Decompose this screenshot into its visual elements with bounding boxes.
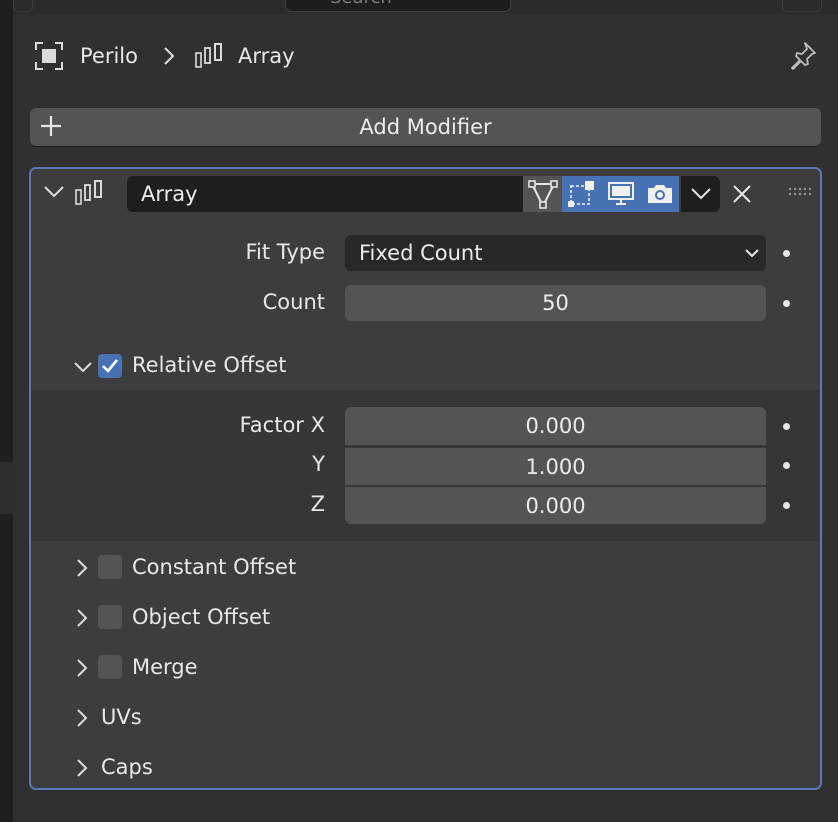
factor-x-label: Factor X (239, 413, 325, 437)
factor-z-label: Z (310, 492, 325, 516)
search-input[interactable]: Search (285, 0, 511, 12)
fit-type-value: Fixed Count (359, 241, 483, 265)
edit-mode-icon (567, 179, 597, 209)
uvs-chevron-icon[interactable] (75, 708, 89, 728)
object-offset-checkbox[interactable] (98, 605, 122, 629)
factor-z-field[interactable]: 0.000 (345, 486, 766, 524)
constant-offset-chevron-icon[interactable] (75, 558, 89, 578)
breadcrumb-modifier-name[interactable]: Array (238, 44, 295, 68)
pin-icon[interactable] (788, 40, 818, 70)
options-button[interactable] (782, 0, 822, 12)
factor-y-keyframe-dot[interactable] (783, 462, 790, 469)
count-field[interactable]: 50 (345, 285, 766, 321)
modifier-header: Array (31, 169, 820, 219)
chevron-down-icon (690, 186, 712, 202)
breadcrumb-object-name[interactable]: Perilo (80, 44, 138, 68)
fit-type-keyframe-dot[interactable] (783, 250, 790, 257)
caps-chevron-icon[interactable] (75, 758, 89, 778)
plus-icon (40, 113, 62, 139)
fit-type-label: Fit Type (245, 240, 325, 264)
edit-mode-button[interactable] (562, 176, 601, 212)
chevron-right-icon (162, 46, 176, 66)
close-icon[interactable] (731, 183, 753, 205)
vertex-triangle-icon (527, 179, 558, 209)
factor-x-keyframe-dot[interactable] (783, 423, 790, 430)
edit-mode-cage-button[interactable] (523, 176, 562, 212)
merge-chevron-icon[interactable] (75, 658, 89, 678)
factor-y-label: Y (312, 452, 325, 476)
factor-x-field[interactable]: 0.000 (345, 407, 766, 445)
uvs-label[interactable]: UVs (101, 705, 142, 729)
drag-handle-icon[interactable] (787, 186, 811, 198)
constant-offset-label: Constant Offset (132, 555, 297, 579)
fit-type-dropdown[interactable]: Fixed Count (345, 235, 766, 271)
add-modifier-button[interactable]: Add Modifier (30, 108, 821, 146)
count-keyframe-dot[interactable] (783, 300, 790, 307)
left-editor-edge-highlight (0, 462, 13, 514)
modifier-extras-dropdown[interactable] (681, 176, 720, 212)
count-label: Count (262, 290, 325, 314)
camera-icon (645, 179, 675, 209)
factor-z-keyframe-dot[interactable] (783, 502, 790, 509)
object-offset-chevron-icon[interactable] (75, 608, 89, 628)
collapse-chevron-icon[interactable] (43, 184, 65, 200)
object-icon (32, 39, 66, 73)
array-modifier-icon (74, 180, 104, 206)
editor-type-button[interactable] (13, 0, 33, 12)
array-modifier-icon (194, 43, 224, 69)
constant-offset-checkbox[interactable] (98, 555, 122, 579)
relative-offset-chevron-icon[interactable] (73, 360, 93, 374)
render-button[interactable] (640, 176, 679, 212)
caps-label[interactable]: Caps (101, 755, 153, 779)
factor-y-field[interactable]: 1.000 (345, 447, 766, 485)
merge-label: Merge (132, 655, 198, 679)
add-modifier-label: Add Modifier (359, 115, 492, 139)
breadcrumb: Perilo Array (30, 36, 820, 76)
relative-offset-label: Relative Offset (132, 353, 287, 377)
relative-offset-subpanel: Factor X 0.000 Y 1.000 Z 0.000 (31, 390, 820, 541)
chevron-down-icon (744, 247, 760, 259)
left-editor-edge (0, 0, 13, 822)
monitor-icon (606, 179, 636, 209)
realtime-viewport-button[interactable] (601, 176, 640, 212)
modifier-name-field[interactable]: Array (127, 176, 523, 212)
merge-checkbox[interactable] (98, 655, 122, 679)
relative-offset-checkbox[interactable] (98, 354, 122, 378)
array-modifier-panel: Array Fit Type Fixed Count Count 50 Rela… (29, 167, 822, 790)
object-offset-label: Object Offset (132, 605, 271, 629)
